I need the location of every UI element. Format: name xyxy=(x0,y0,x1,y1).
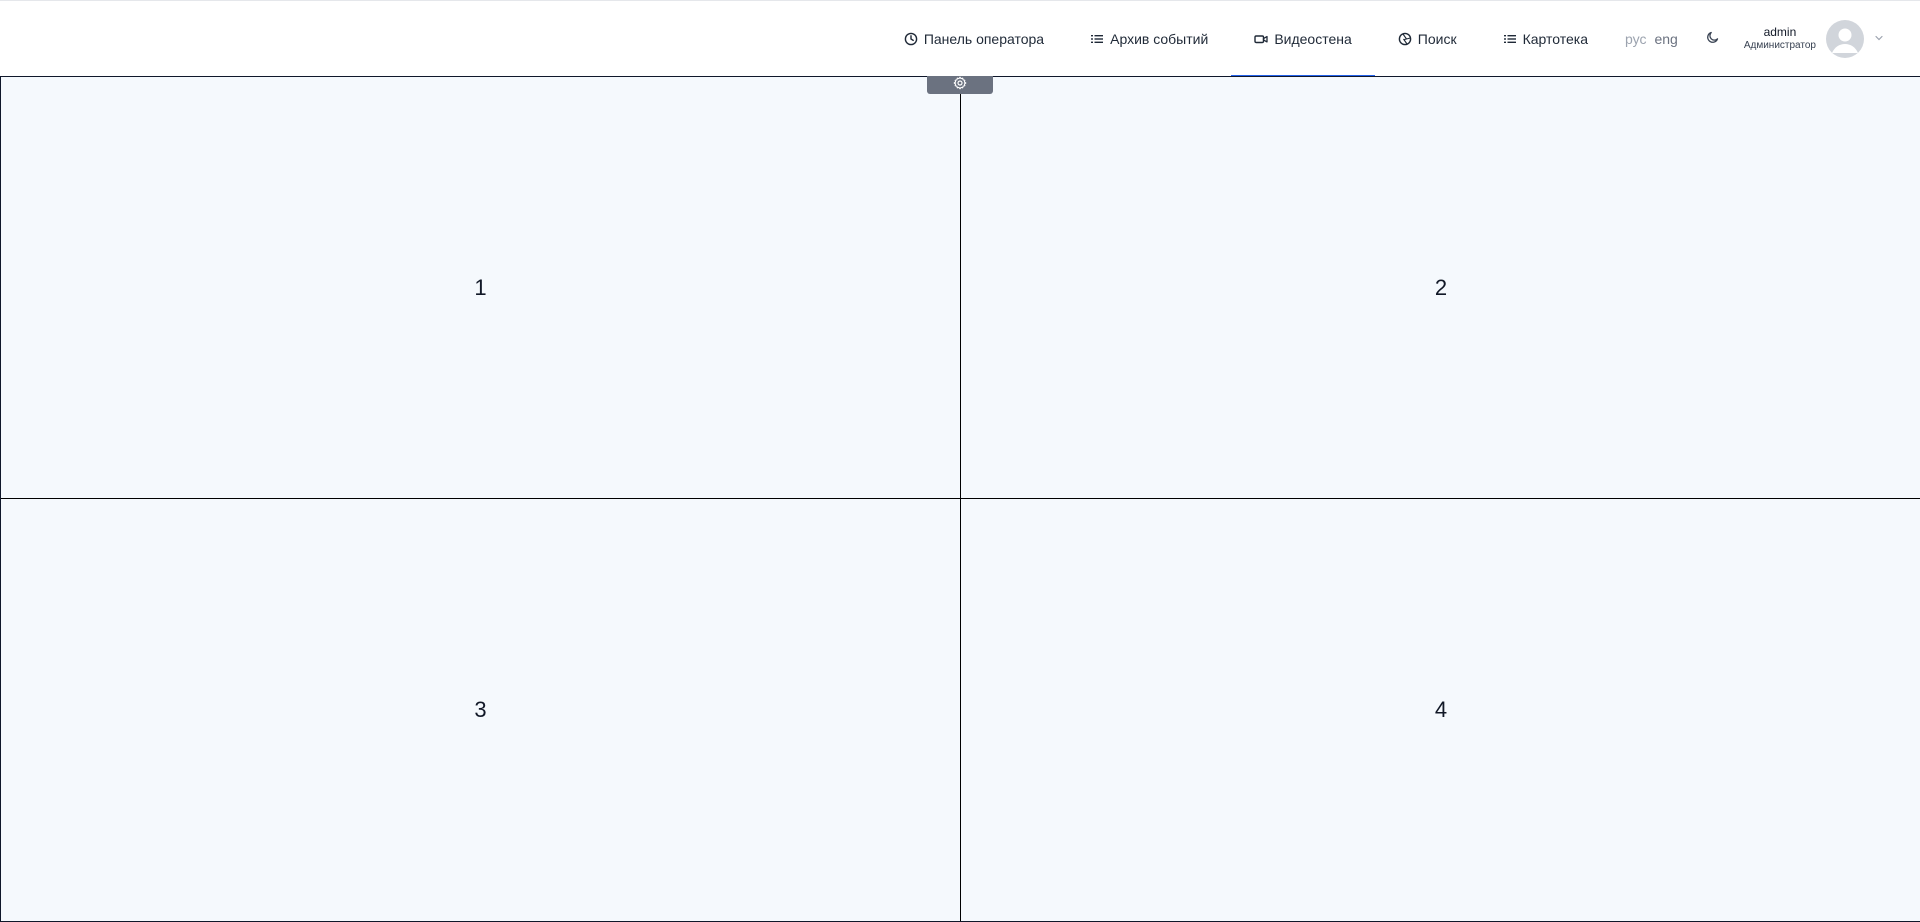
nav-card-index[interactable]: Картотека xyxy=(1480,1,1611,77)
cell-number: 2 xyxy=(1434,274,1448,300)
nav-events-archive[interactable]: Архив событий xyxy=(1067,1,1231,77)
theme-toggle[interactable] xyxy=(1688,1,1744,77)
list-icon xyxy=(1503,32,1517,46)
user-name: admin xyxy=(1763,25,1797,39)
avatar xyxy=(1826,20,1864,58)
nav-videowall-label: Видеостена xyxy=(1274,31,1352,47)
nav-search[interactable]: Поиск xyxy=(1375,1,1480,77)
cell-number: 1 xyxy=(474,274,487,300)
chevron-down-icon xyxy=(1874,30,1884,48)
videowall-settings-button[interactable] xyxy=(927,76,993,94)
aperture-icon xyxy=(1398,32,1412,46)
videowall-grid: 1 2 3 4 xyxy=(0,76,1920,922)
clock-icon xyxy=(904,32,918,46)
videowall-cell[interactable]: 4 xyxy=(961,499,1920,921)
language-switcher: рус eng xyxy=(1611,1,1688,77)
nav-operator-panel-label: Панель оператора xyxy=(923,31,1045,47)
lang-en[interactable]: eng xyxy=(1654,31,1677,47)
list-icon xyxy=(1090,32,1104,46)
moon-icon xyxy=(1706,30,1720,49)
nav-search-label: Поиск xyxy=(1417,31,1457,47)
video-camera-icon xyxy=(1254,32,1268,46)
nav-videowall[interactable]: Видеостена xyxy=(1231,1,1376,77)
nav-events-archive-label: Архив событий xyxy=(1110,31,1209,47)
nav-operator-panel[interactable]: Панель оператора xyxy=(881,1,1067,77)
cell-number: 4 xyxy=(1434,697,1448,722)
main-nav: Панель оператора Архив событий Видеостен… xyxy=(881,1,1920,77)
user-info: admin Администратор xyxy=(1744,25,1816,53)
cell-number: 3 xyxy=(474,697,487,722)
videowall-cell[interactable]: 1 xyxy=(1,77,961,499)
videowall-cell[interactable]: 2 xyxy=(961,77,1920,499)
top-header: Панель оператора Архив событий Видеостен… xyxy=(0,0,1920,77)
gear-icon xyxy=(953,76,967,95)
user-role: Администратор xyxy=(1743,40,1816,51)
videowall-cell[interactable]: 3 xyxy=(1,499,961,921)
nav-card-index-label: Картотека xyxy=(1522,31,1588,47)
user-menu[interactable]: admin Администратор xyxy=(1744,1,1920,77)
lang-ru[interactable]: рус xyxy=(1625,31,1646,47)
